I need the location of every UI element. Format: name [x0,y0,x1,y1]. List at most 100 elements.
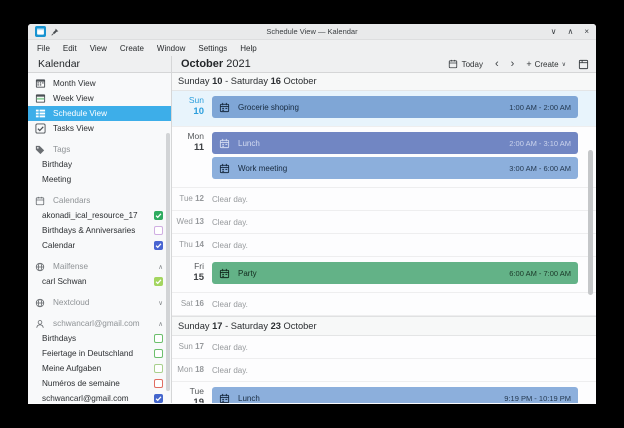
day-label: Tue 12 [172,188,209,210]
menu-item-view[interactable]: View [90,44,107,53]
calendar-panel-button[interactable] [576,58,591,71]
day-number: 18 [195,365,204,374]
menu-item-create[interactable]: Create [120,44,144,53]
day-name: Sun [178,342,193,351]
event-lunch[interactable]: Lunch 2:00 AM - 3:10 AM [212,132,578,154]
minimize-button[interactable]: ∨ [551,27,557,36]
sidebar-item-label: Birthdays [42,334,77,343]
section-header-label: Nextcloud [53,298,90,307]
sidebar-item-month-view[interactable]: Month View [28,76,171,91]
calendar-checkbox[interactable] [154,277,163,286]
sidebar-section-tags[interactable]: Tags [28,142,171,157]
sidebar-item-birthdays-anniversaries[interactable]: Birthdays & Anniversaries [28,223,171,238]
page-title: October 2021 [181,58,251,70]
day-name: Fri [194,261,204,271]
titlebar: Schedule View — Kalendar ∨ ∧ × [28,24,596,40]
sidebar-item-label: Calendar [42,241,76,250]
day-name: Tue [179,194,193,203]
next-button[interactable]: › [509,58,517,71]
sidebar-section-nextcloud[interactable]: Nextcloud ∨ [28,295,171,310]
sidebar-item-meeting[interactable]: Meeting [28,172,171,187]
event-work-meeting[interactable]: Work meeting 3:00 AM - 6:00 AM [212,157,578,179]
chevron-right-icon: › [510,57,515,70]
sidebar-item-label: Birthdays & Anniversaries [42,226,136,235]
pin-icon[interactable] [51,28,59,36]
schedule-day-row: Mon 11 Lunch 2:00 AM - 3:10 AM Work meeting 3… [172,127,596,188]
close-button[interactable]: × [584,27,589,36]
event-party[interactable]: Party 6:00 AM - 7:00 AM [212,262,578,284]
today-calendar-icon [448,59,459,69]
sidebar-scrollbar-thumb[interactable] [166,133,170,391]
menu-item-file[interactable]: File [37,44,50,53]
event-title: Party [238,268,257,278]
maximize-button[interactable]: ∧ [567,27,573,36]
month-view-icon [35,78,47,89]
plus-icon: + [526,59,532,69]
sidebar: Month View Week View Schedule View Tasks Vi… [28,73,172,403]
tag-icon [35,145,47,155]
sidebar-item-carl-schwan[interactable]: carl Schwan [28,274,171,289]
sidebar-item-label: Meine Aufgaben [42,364,102,373]
sidebar-item-tasks-view[interactable]: Tasks View [28,121,171,136]
calendar-checkbox[interactable] [154,349,163,358]
sidebar-item-num-ros-de-semaine[interactable]: Numéros de semaine [28,376,171,391]
chevron-up-icon[interactable]: ∧ [158,320,163,328]
calendar-checkbox[interactable] [154,394,163,403]
year-label: 2021 [226,58,251,70]
sidebar-item-birthdays[interactable]: Birthdays [28,331,171,346]
section-header-label: Calendars [53,196,91,205]
week-header: Sunday 10 - Saturday 16 October [172,73,596,91]
event-grocerie-shoping[interactable]: Grocerie shoping 1:00 AM - 2:00 AM [212,96,578,118]
clear-day-label: Clear day. [212,217,248,227]
sidebar-item-label: schwancarl@gmail.com [42,394,129,403]
schedule-view-icon [35,108,47,119]
menu-item-help[interactable]: Help [240,44,256,53]
menu-item-settings[interactable]: Settings [198,44,227,53]
week-header-text: Sunday [178,321,210,331]
create-button[interactable]: + Create ∨ [524,58,568,70]
chevron-left-icon: ‹ [494,57,499,70]
schedule-day-row: Sun 10 Grocerie shoping 1:00 AM - 2:00 AM [172,91,596,127]
schedule-day-row: Thu 14 Clear day. [172,234,596,257]
menu-item-window[interactable]: Window [157,44,185,53]
sidebar-item-akonadi-ical-resource-17[interactable]: akonadi_ical_resource_17 [28,208,171,223]
sidebar-item-week-view[interactable]: Week View [28,91,171,106]
sidebar-item-schwancarl-gmail-com[interactable]: schwancarl@gmail.com [28,391,171,403]
day-number: 17 [195,342,204,351]
day-number: 15 [193,272,204,284]
chevron-down-icon[interactable]: ∨ [158,299,163,307]
sidebar-item-feiertage-in-deutschland[interactable]: Feiertage in Deutschland [28,346,171,361]
calendar-checkbox[interactable] [154,379,163,388]
sidebar-item-calendar[interactable]: Calendar [28,238,171,253]
sidebar-section-schwancarl-gmail-com[interactable]: schwancarl@gmail.com ∧ [28,316,171,331]
day-number: 10 [193,106,204,118]
previous-button[interactable]: ‹ [493,58,501,71]
event-calendar-icon [219,163,230,174]
sidebar-section-mailfense[interactable]: Mailfense ∧ [28,259,171,274]
schedule-day-row: Sun 17 Clear day. [172,336,596,359]
toolbar: Kalendar October 2021 Today ‹ › + Create… [28,56,596,73]
calendar-checkbox[interactable] [154,334,163,343]
calendar-checkbox[interactable] [154,241,163,250]
event-time: 6:00 AM - 7:00 AM [509,268,571,278]
clear-day-label: Clear day. [212,240,248,250]
calendar-checkbox[interactable] [154,364,163,373]
chevron-up-icon[interactable]: ∧ [158,263,163,271]
sidebar-item-birthday[interactable]: Birthday [28,157,171,172]
calendar-checkbox[interactable] [154,226,163,235]
day-number: 16 [195,299,204,308]
today-button[interactable]: Today [446,58,485,70]
sidebar-section-calendars[interactable]: Calendars [28,193,171,208]
clear-day-label: Clear day. [212,365,248,375]
event-lunch[interactable]: Lunch 9:19 PM - 10:19 PM [212,387,578,403]
day-label: Sat 16 [172,293,209,315]
day-name: Sun [188,95,204,105]
menu-item-edit[interactable]: Edit [63,44,77,53]
sidebar-item-schedule-view[interactable]: Schedule View [28,106,171,121]
sidebar-item-meine-aufgaben[interactable]: Meine Aufgaben [28,361,171,376]
clear-day-label: Clear day. [212,194,248,204]
main-scrollbar-thumb[interactable] [588,150,593,295]
day-label: Mon 18 [172,359,209,381]
calendar-checkbox[interactable] [154,211,163,220]
calendar-icon [35,196,47,206]
